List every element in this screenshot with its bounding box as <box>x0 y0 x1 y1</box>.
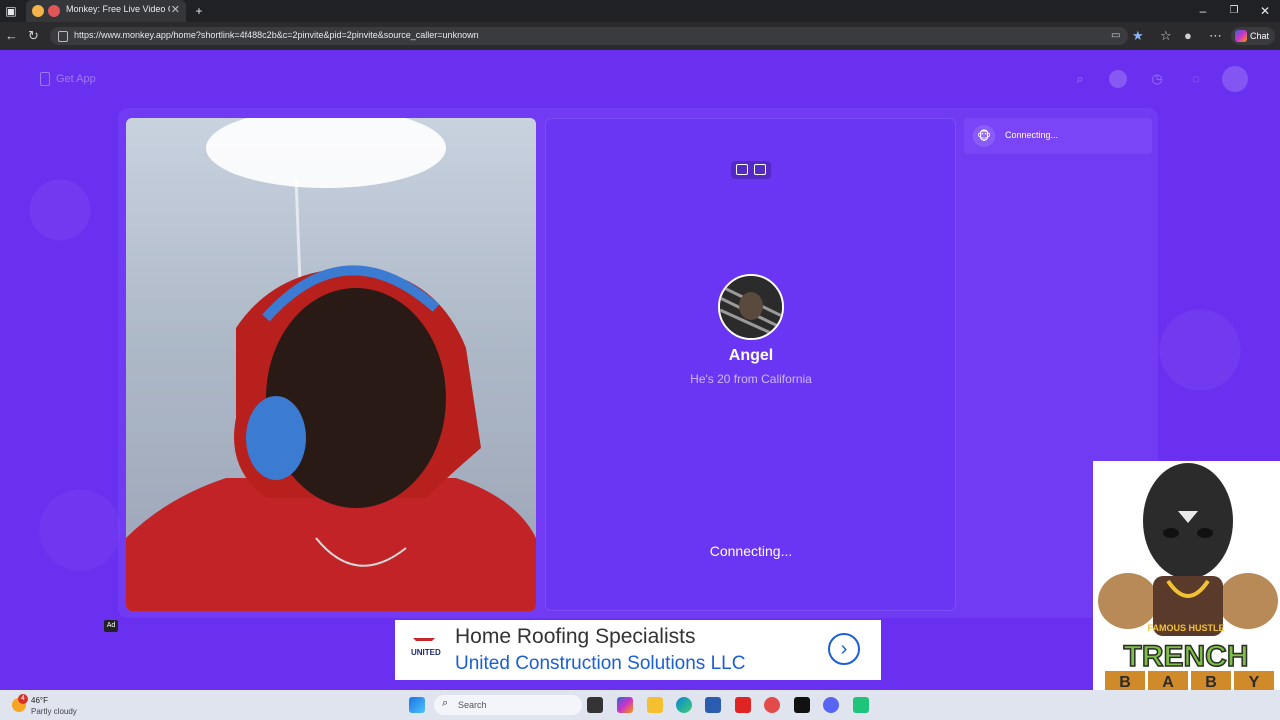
svg-text:TRENCH: TRENCH <box>1124 640 1249 673</box>
address-bar[interactable]: https://www.monkey.app/home?shortlink=4f… <box>50 27 1128 45</box>
temperature: 46°F <box>31 696 48 705</box>
app-icon[interactable] <box>764 697 780 713</box>
media-icon[interactable]: ▭ <box>1111 30 1120 41</box>
partner-name: Angel <box>728 347 774 364</box>
tab-title: Monkey: Free Live Video Ch <box>66 4 170 14</box>
sidebar-status: Connecting... <box>1005 130 1059 140</box>
browser-tab-bar: ▣ Monkey: Free Live Video Ch ✕ + – ❐ ✕ <box>0 0 1280 22</box>
history-icon[interactable]: ◷ <box>1148 70 1166 88</box>
ad-arrow-button[interactable]: › <box>828 633 860 665</box>
webcam-frame <box>126 118 536 611</box>
ad-banner[interactable]: UNITED Home Roofing Specialists United C… <box>395 620 881 680</box>
file-explorer-icon[interactable] <box>647 697 663 713</box>
copilot-chat-button[interactable]: Chat <box>1231 27 1275 45</box>
self-video <box>126 118 536 611</box>
discord-icon[interactable] <box>823 697 839 713</box>
partner-avatar <box>718 274 784 340</box>
favorites-icon[interactable]: ☆ <box>1160 28 1172 44</box>
connecting-status: Connecting... <box>709 543 793 559</box>
chat-icon[interactable]: ◌ <box>1187 70 1205 88</box>
monkey-avatar-icon: 🐵 <box>973 125 995 147</box>
weather-widget[interactable]: 4 46°F Partly cloudy <box>8 694 98 718</box>
capcut-icon[interactable] <box>794 697 810 713</box>
profile-browser-icon[interactable]: ● <box>1184 28 1192 43</box>
search-icon[interactable]: ⌕ <box>1071 70 1089 88</box>
site-info-icon[interactable] <box>58 31 68 42</box>
app2-icon[interactable] <box>853 697 869 713</box>
trench-baby-logo: FAMOUS HUSTLE TRENCH B A B Y <box>1098 463 1278 691</box>
flip-video-icon[interactable] <box>754 164 766 175</box>
taskbar-search[interactable]: ⌕ Search <box>434 695 582 715</box>
minimize-button[interactable]: – <box>1196 0 1210 22</box>
active-tab[interactable]: Monkey: Free Live Video Ch ✕ <box>26 0 186 22</box>
back-icon[interactable]: ← <box>5 28 18 43</box>
ad-company: United Construction Solutions LLC <box>455 653 746 674</box>
new-tab-button[interactable]: + <box>192 0 206 22</box>
recording-icon <box>48 5 60 17</box>
notification-badge: 4 <box>18 694 28 704</box>
roof-icon <box>413 638 435 646</box>
reload-icon[interactable]: ↻ <box>28 28 39 44</box>
store-icon[interactable] <box>705 697 721 713</box>
chat-sidebar-item: 🐵 Connecting... <box>964 118 1152 154</box>
start-icon[interactable] <box>409 697 425 713</box>
phone-icon <box>40 72 50 86</box>
svg-text:B: B <box>1205 674 1217 690</box>
tab-actions-icon[interactable]: ▣ <box>4 0 18 22</box>
copilot-taskbar-icon[interactable] <box>617 697 633 713</box>
swap-camera-icon[interactable] <box>736 164 748 175</box>
copilot-icon <box>1235 30 1247 42</box>
get-app-link[interactable]: Get App <box>40 72 96 86</box>
trench-baby-sticker: FAMOUS HUSTLE TRENCH B A B Y <box>1093 461 1280 691</box>
url-text: https://www.monkey.app/home?shortlink=4f… <box>74 30 479 40</box>
task-view-icon[interactable] <box>587 697 603 713</box>
profile-icon[interactable] <box>1109 70 1127 88</box>
youtube-icon[interactable] <box>735 697 751 713</box>
more-menu-icon[interactable]: ⋯ <box>1209 28 1222 44</box>
maximize-button[interactable]: ❐ <box>1227 0 1241 22</box>
partner-info: He's 20 from California <box>690 372 812 386</box>
svg-text:B: B <box>1119 674 1131 690</box>
ad-headline: Home Roofing Specialists <box>455 625 696 648</box>
edge-icon[interactable] <box>676 697 692 713</box>
search-glass-icon: ⌕ <box>442 697 449 709</box>
close-tab-icon[interactable]: ✕ <box>171 3 180 16</box>
video-controls <box>731 161 771 179</box>
weather-description: Partly cloudy <box>31 707 77 716</box>
avatar-icon[interactable] <box>1222 66 1248 92</box>
svg-text:A: A <box>1162 674 1174 690</box>
svg-text:Y: Y <box>1249 674 1260 690</box>
monkey-favicon-icon <box>32 5 44 17</box>
ad-logo: UNITED <box>405 636 445 666</box>
close-window-button[interactable]: ✕ <box>1258 0 1272 22</box>
ad-tag: Ad <box>104 620 118 632</box>
favorite-star-icon[interactable]: ★ <box>1132 28 1144 44</box>
svg-text:FAMOUS HUSTLE: FAMOUS HUSTLE <box>1147 623 1224 633</box>
windows-taskbar: 4 46°F Partly cloudy ⌕ Search <box>0 690 1280 720</box>
